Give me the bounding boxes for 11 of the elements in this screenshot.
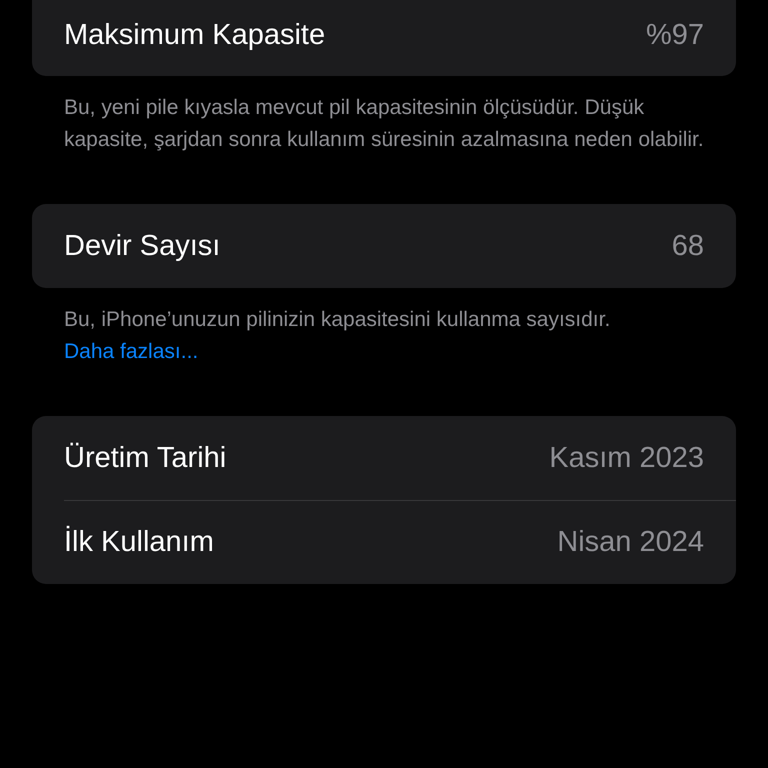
row-value: Nisan 2024 [557,526,704,559]
more-link[interactable]: Daha fazlası... [64,340,198,363]
row-label: Devir Sayısı [64,230,220,262]
row-value: %97 [646,18,704,52]
row-label: Üretim Tarihi [64,442,226,474]
row-value: Kasım 2023 [549,442,704,474]
section-footer: Bu, yeni pile kıyasla mevcut pil kapasitesinin ölçüsüdür. Düşük kapasite, şarjdan sonra kullanım süresinin azalmasına neden olabilir. [32,76,736,156]
section-footer: Bu, iPhone’unuzun pilinizin kapasitesini kullanma sayısıdır. Daha fazlası... [32,288,736,368]
row-label: İlk Kullanım [64,526,214,559]
row-value: 68 [672,230,704,262]
row-label: Maksimum Kapasite [64,18,326,52]
